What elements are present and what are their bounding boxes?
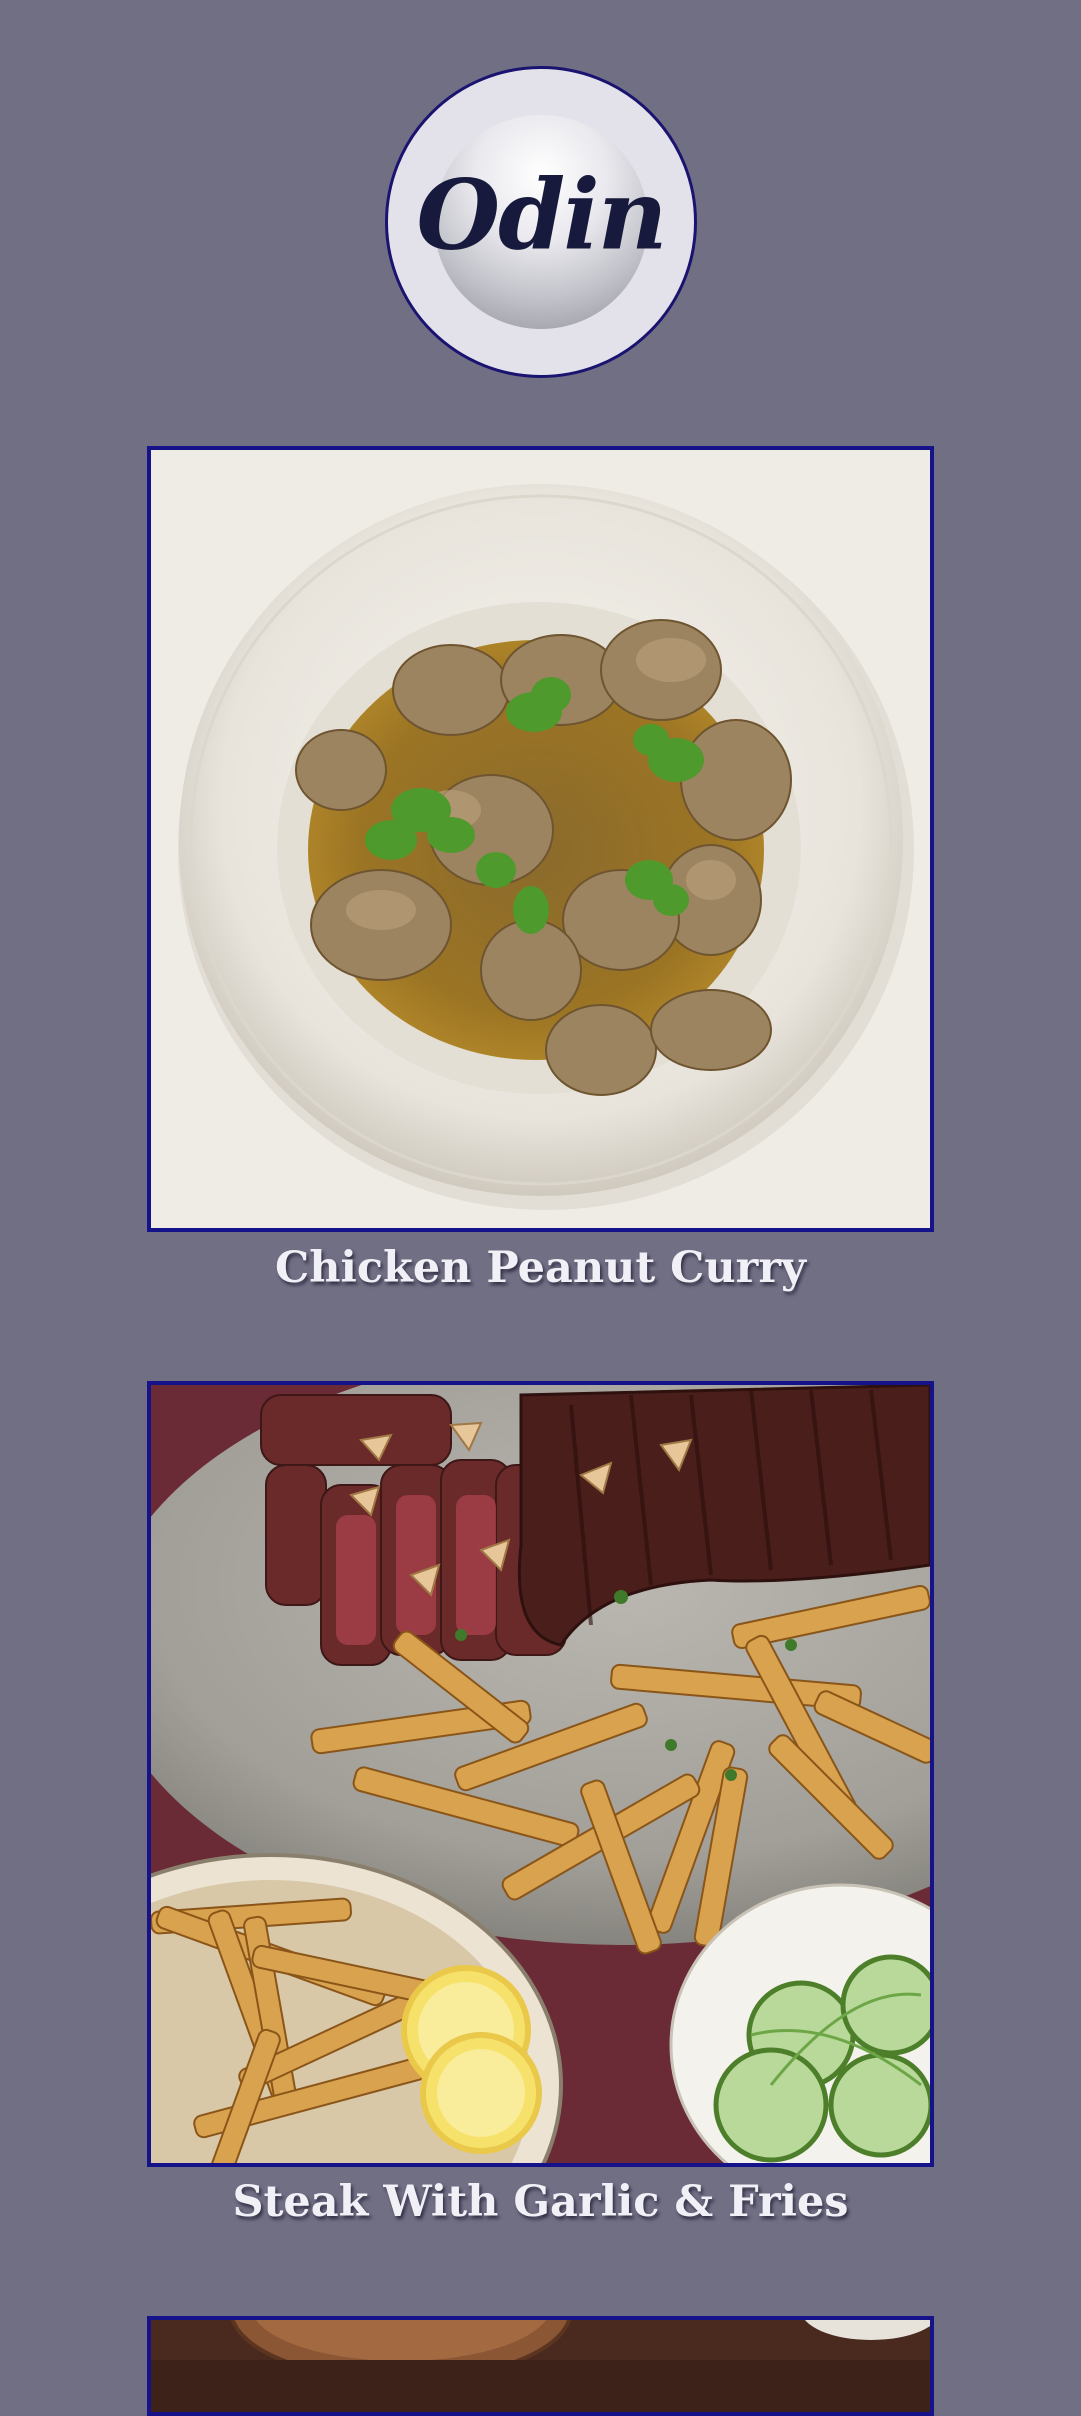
curry-bowl-illustration <box>151 450 930 1228</box>
recipe-image-chicken-peanut-curry[interactable] <box>147 446 934 1232</box>
recipe-title-steak-with-garlic-fries[interactable]: Steak With Garlic & Fries <box>0 2177 1081 2227</box>
logo-text: Odin <box>416 158 667 272</box>
recipe-image-third[interactable] <box>147 2316 934 2416</box>
logo[interactable]: Odin <box>385 66 697 378</box>
recipe-image-steak-with-garlic-fries[interactable] <box>147 1381 934 2167</box>
third-recipe-illustration <box>151 2320 930 2412</box>
recipe-title-chicken-peanut-curry[interactable]: Chicken Peanut Curry <box>0 1243 1081 1293</box>
steak-fries-illustration <box>151 1385 930 2163</box>
logo-badge: Odin <box>416 115 668 329</box>
